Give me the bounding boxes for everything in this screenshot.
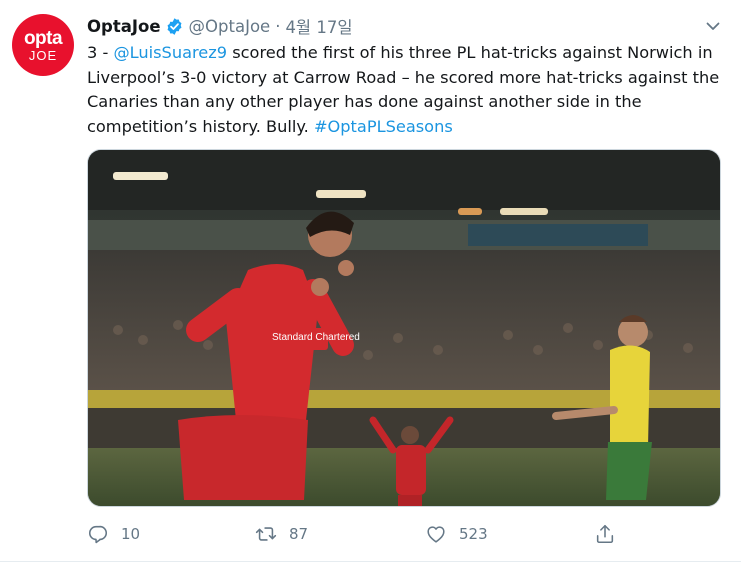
author-handle[interactable]: @OptaJoe <box>189 17 271 36</box>
shirt-sponsor-text: Standard Chartered <box>272 332 360 343</box>
separator-dot: · <box>275 16 281 36</box>
chevron-down-icon[interactable] <box>705 18 721 34</box>
verified-badge-icon <box>167 17 181 35</box>
hashtag-link[interactable]: #OptaPLSeasons <box>314 117 453 136</box>
reply-count: 10 <box>121 525 141 543</box>
photo-illustration: Standard Chartered <box>88 150 720 506</box>
retweet-button[interactable]: 87 <box>255 519 308 549</box>
tweet-actions: 10 87 523 <box>87 519 627 549</box>
avatar-logo-line2: JOE <box>28 47 58 63</box>
reply-icon <box>88 525 108 544</box>
tweet-card[interactable]: opta JOE OptaJoe @OptaJoe · 4월 17일 3 - @… <box>0 0 741 562</box>
retweet-count: 87 <box>289 525 309 543</box>
avatar[interactable]: opta JOE <box>12 14 74 76</box>
tweet-timestamp[interactable]: 4월 17일 <box>285 14 352 38</box>
reply-button[interactable]: 10 <box>87 519 140 549</box>
tweet-media-photo[interactable]: Standard Chartered <box>87 149 721 507</box>
like-count: 523 <box>459 525 488 543</box>
retweet-icon <box>255 527 277 541</box>
tweet-text: 3 - @LuisSuarez9 scored the first of his… <box>87 41 727 139</box>
avatar-logo-line1: opta <box>23 27 63 49</box>
heart-icon <box>427 526 445 543</box>
tweet-text-part: 3 - <box>87 43 114 62</box>
tweet-header: OptaJoe @OptaJoe · 4월 17일 <box>87 14 353 38</box>
like-button[interactable]: 523 <box>425 519 488 549</box>
author-name[interactable]: OptaJoe <box>87 17 161 36</box>
mention-link[interactable]: @LuisSuarez9 <box>113 43 227 62</box>
share-icon <box>596 524 614 544</box>
share-button[interactable] <box>594 519 616 549</box>
